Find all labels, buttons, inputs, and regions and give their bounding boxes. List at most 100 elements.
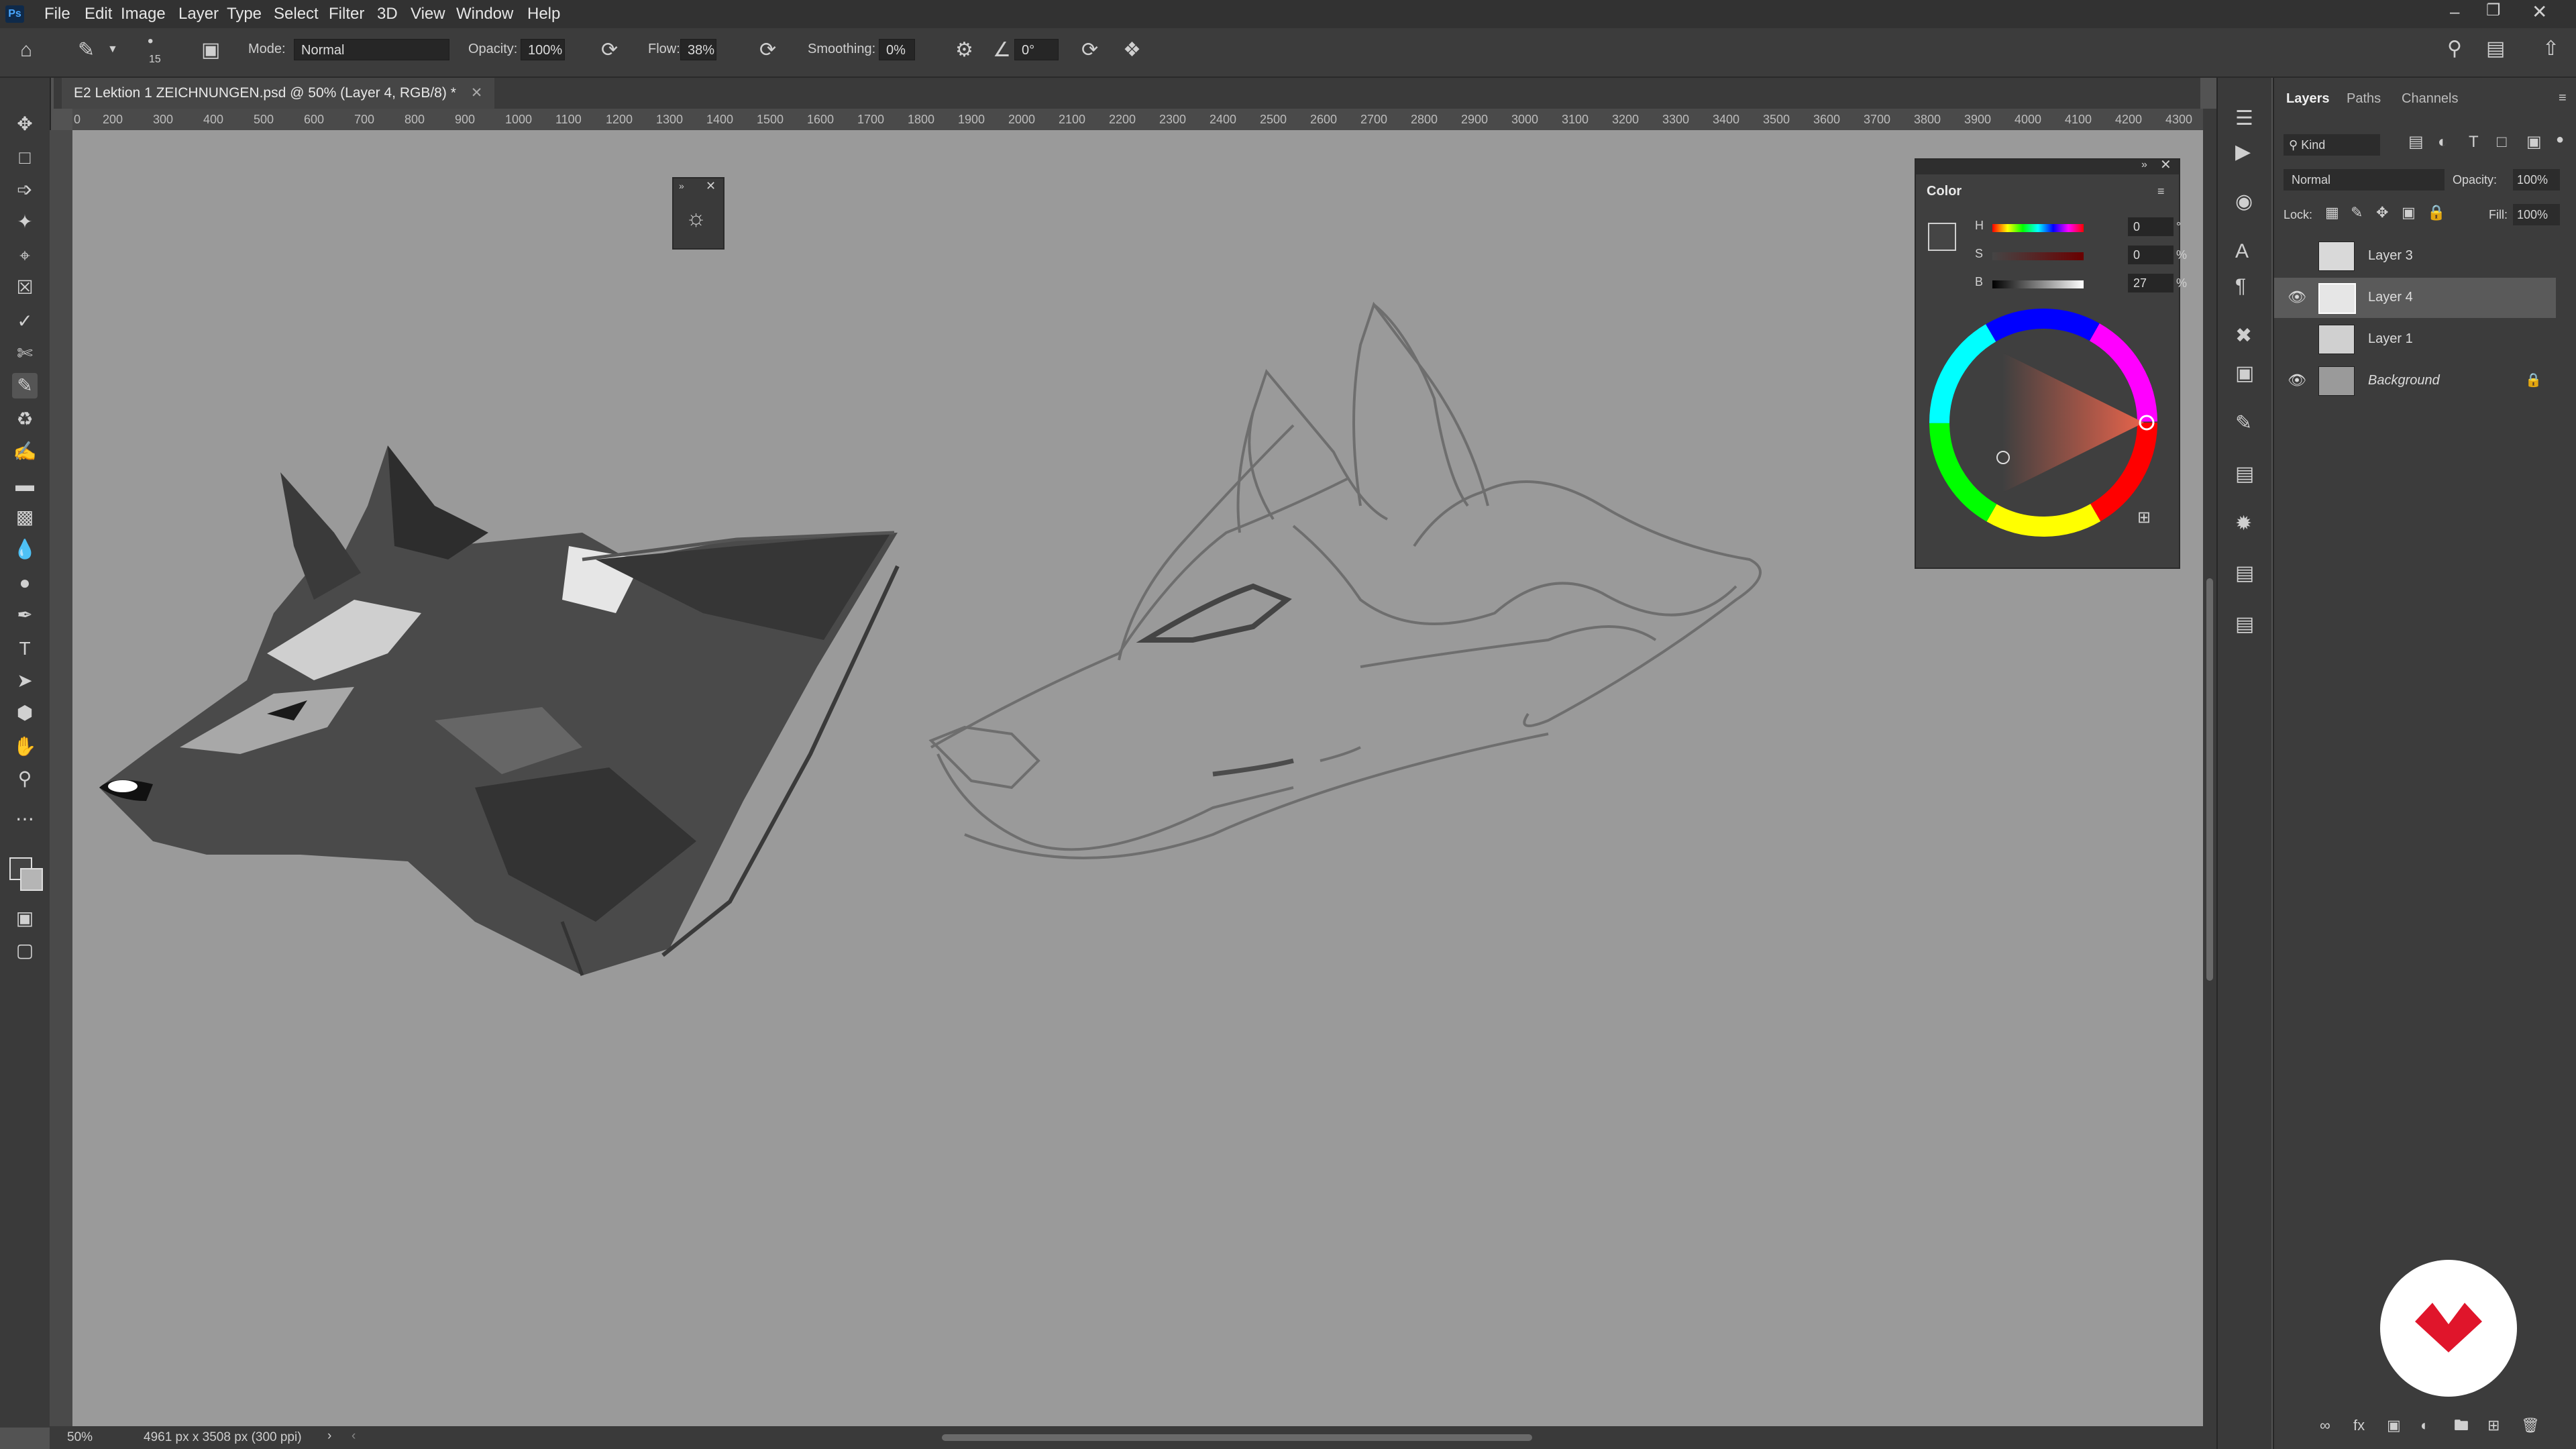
menu-edit[interactable]: Edit (85, 0, 112, 28)
search-icon[interactable]: ⚲ (2447, 39, 2462, 59)
add-mask-icon[interactable]: ▣ (2387, 1418, 2401, 1433)
smoothing-input[interactable]: 0% (879, 39, 915, 60)
background-color-swatch[interactable] (20, 868, 43, 891)
character-icon[interactable]: A (2235, 241, 2249, 262)
share-icon[interactable]: ⇧ (2542, 39, 2559, 59)
brush-preset-icon[interactable]: • (148, 34, 153, 50)
zoom-level[interactable]: 50% (67, 1430, 93, 1445)
add-swatch-icon[interactable]: ⊞ (2137, 510, 2151, 526)
panel-close-icon[interactable]: ✕ (2160, 158, 2171, 172)
filter-kind-select[interactable]: ⚲ Kind (2284, 134, 2380, 156)
brush-tool-icon[interactable]: ✎ (78, 40, 95, 60)
type-tool-icon[interactable]: T (12, 636, 38, 661)
tab-layers[interactable]: Layers (2286, 91, 2330, 107)
magic-wand-tool-icon[interactable]: ✦ (12, 209, 38, 235)
quick-mask-icon[interactable]: ▣ (12, 906, 38, 931)
sun-icon[interactable]: ☼ (686, 207, 706, 229)
chevron-down-icon[interactable]: ▼ (107, 44, 118, 55)
document-canvas[interactable] (72, 130, 2203, 1426)
clone-source-icon[interactable]: ▣ (2235, 364, 2254, 384)
adjustment-layer-icon[interactable]: ◐ (2420, 1418, 2429, 1433)
layer-row[interactable]: Layer 3 (2274, 236, 2556, 276)
paragraph-icon[interactable]: ¶ (2235, 276, 2246, 297)
menu-filter[interactable]: Filter (329, 0, 364, 28)
opacity-input[interactable]: 100% (521, 39, 565, 60)
saturation-slider[interactable] (1992, 252, 2084, 260)
lock-transparent-icon[interactable]: ▦ (2325, 205, 2339, 220)
vertical-scrollbar[interactable] (2203, 109, 2216, 1426)
layer-opacity-input[interactable]: 100% (2513, 169, 2560, 191)
horizontal-scroll-thumb[interactable] (942, 1434, 1532, 1441)
flow-input[interactable]: 38% (680, 39, 716, 60)
filter-pixel-icon[interactable]: ▤ (2408, 134, 2424, 150)
panel-close-icon[interactable]: ✕ (706, 180, 716, 192)
eraser-tool-icon[interactable]: ▬ (12, 472, 38, 498)
pressure-opacity-icon[interactable]: ⟳ (601, 40, 618, 60)
minimize-icon[interactable]: – (2450, 3, 2459, 20)
filter-adjustment-icon[interactable]: ◐ (2438, 134, 2448, 150)
layer-style-fx-icon[interactable]: fx (2353, 1418, 2365, 1433)
new-group-icon[interactable]: 🖿 (2454, 1418, 2469, 1433)
pen-tool-icon[interactable]: ✒ (12, 602, 38, 628)
stamp-tool-icon[interactable]: ♻ (12, 407, 38, 432)
marquee-tool-icon[interactable]: □ (12, 145, 38, 170)
shape-tool-icon[interactable]: ⬢ (12, 700, 38, 726)
panel-menu-icon[interactable]: ≡ (2559, 91, 2567, 105)
filter-type-icon[interactable]: T (2469, 134, 2479, 150)
brushes-icon[interactable]: ✎ (2235, 413, 2252, 433)
menu-select[interactable]: Select (274, 0, 319, 28)
color-wheel[interactable] (1929, 309, 2157, 537)
menu-type[interactable]: Type (227, 0, 262, 28)
gear-icon[interactable]: ⚙ (955, 40, 973, 60)
menu-image[interactable]: Image (121, 0, 166, 28)
menu-view[interactable]: View (411, 0, 445, 28)
more-tools-icon[interactable]: ⋯ (12, 806, 38, 832)
collapse-icon[interactable]: » (2141, 160, 2147, 170)
blur-tool-icon[interactable]: 💧 (12, 537, 38, 562)
crop-tool-icon[interactable]: ⌖ (12, 243, 38, 268)
layer-row[interactable]: 👁 Background 🔒 (2274, 361, 2556, 401)
new-layer-icon[interactable]: ⊞ (2487, 1418, 2500, 1433)
brightness-input[interactable]: 27 (2128, 274, 2174, 292)
link-layers-icon[interactable]: ∞ (2320, 1418, 2330, 1433)
panel-menu-icon[interactable]: ≡ (2157, 185, 2165, 197)
healing-brush-tool-icon[interactable]: ✄ (12, 341, 38, 366)
close-icon[interactable]: ✕ (2532, 3, 2547, 21)
photoshop-logo[interactable]: Ps (5, 5, 24, 23)
document-info[interactable]: 4961 px x 3508 px (300 ppi) (144, 1430, 302, 1445)
layer-row[interactable]: 👁 Layer 4 (2274, 278, 2556, 318)
history-icon[interactable]: ☰ (2235, 109, 2253, 129)
workspace-icon[interactable]: ▤ (2486, 39, 2505, 59)
brush-tool-icon[interactable]: ✎ (12, 373, 38, 398)
chevron-right-icon[interactable]: › (327, 1429, 331, 1444)
path-selection-tool-icon[interactable]: ➤ (12, 668, 38, 694)
libraries-icon[interactable]: ▤ (2235, 564, 2254, 584)
pressure-size-icon[interactable]: ⟳ (1081, 40, 1098, 60)
menu-help[interactable]: Help (527, 0, 560, 28)
scroll-left-icon[interactable]: ‹ (352, 1429, 356, 1444)
lock-pixels-icon[interactable]: ✎ (2351, 205, 2363, 220)
angle-icon[interactable]: ∠ (993, 40, 1011, 60)
filter-shape-icon[interactable]: □ (2497, 134, 2507, 150)
move-tool-icon[interactable]: ✥ (12, 111, 38, 137)
menu-window[interactable]: Window (456, 0, 513, 28)
brightness-slider[interactable] (1992, 280, 2084, 288)
menu-file[interactable]: File (44, 0, 70, 28)
eyedropper-tool-icon[interactable]: ✓ (12, 309, 38, 334)
lock-position-icon[interactable]: ✥ (2376, 205, 2388, 220)
properties-icon[interactable]: ▤ (2235, 464, 2254, 484)
zoom-tool-icon[interactable]: ⚲ (12, 766, 38, 792)
hue-slider[interactable] (1992, 224, 2084, 232)
restore-icon[interactable]: ❐ (2486, 3, 2501, 19)
tab-channels[interactable]: Channels (2402, 91, 2459, 107)
mode-select[interactable]: Normal (294, 39, 449, 60)
collapse-icon[interactable]: » (679, 181, 684, 191)
visibility-eye-icon[interactable]: 👁 (2288, 288, 2306, 306)
layer-row[interactable]: Layer 1 (2274, 319, 2556, 360)
brush-settings-icon[interactable]: ◉ (2235, 192, 2253, 212)
tab-paths[interactable]: Paths (2347, 91, 2381, 107)
document-tab[interactable]: E2 Lektion 1 ZEICHNUNGEN.psd @ 50% (Laye… (62, 78, 495, 109)
foreground-color-swatch[interactable] (1928, 223, 1956, 251)
menu-layer[interactable]: Layer (178, 0, 219, 28)
frame-tool-icon[interactable]: ☒ (12, 275, 38, 301)
